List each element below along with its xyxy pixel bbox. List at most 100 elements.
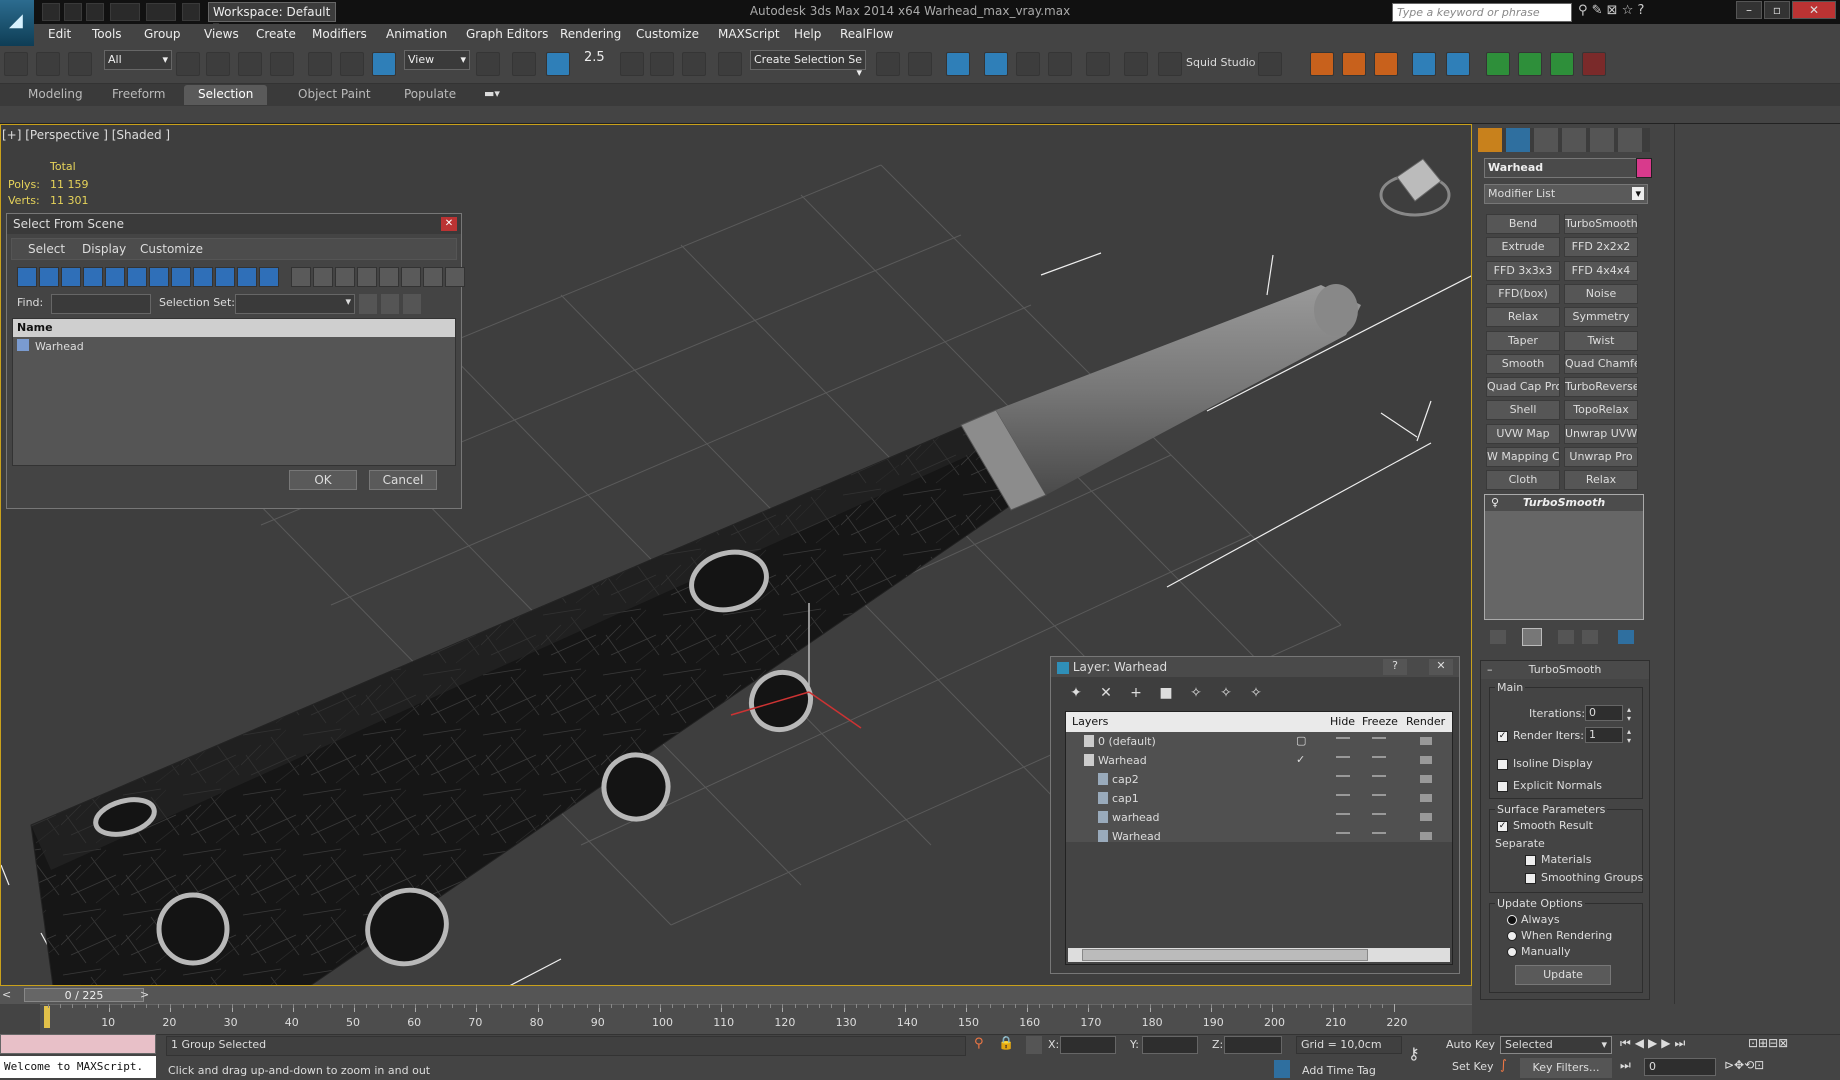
modifier-button[interactable]: TurboReverse	[1564, 377, 1638, 398]
render-column[interactable]: Render	[1406, 715, 1445, 728]
layer-row[interactable]: warhead	[1066, 808, 1452, 827]
display-tab-icon[interactable]	[1590, 128, 1614, 152]
absolute-mode-icon[interactable]	[1026, 1036, 1042, 1054]
menu-maxscript[interactable]: MAXScript	[718, 27, 780, 41]
rendered-frame-icon[interactable]	[1158, 52, 1182, 76]
edit-named-selection-icon[interactable]	[718, 52, 742, 76]
mini-curve-editor-icon[interactable]	[0, 1004, 40, 1034]
time-slider-thumb[interactable]: 0 / 225	[24, 988, 144, 1002]
update-button[interactable]: Update	[1515, 965, 1611, 985]
menu-create[interactable]: Create	[256, 27, 296, 41]
app-menu-button[interactable]: ◢	[0, 0, 34, 46]
select-manipulate-icon[interactable]	[512, 52, 536, 76]
undo-icon[interactable]	[110, 3, 140, 21]
filter-icon-20[interactable]	[445, 267, 465, 287]
fumefx-icon-3[interactable]	[1374, 52, 1398, 76]
modifier-button[interactable]: UVW Map	[1486, 423, 1560, 444]
modifier-button[interactable]: Unwrap UVW	[1564, 423, 1638, 444]
always-radio[interactable]	[1507, 915, 1517, 925]
materials-checkbox[interactable]	[1525, 855, 1536, 866]
bulb-icon[interactable]: ♀	[1491, 496, 1499, 509]
y-coordinate-field[interactable]	[1142, 1036, 1198, 1054]
customize-menu[interactable]: Customize	[140, 242, 203, 256]
find-input[interactable]	[51, 294, 151, 314]
iterations-spinner-arrows[interactable]: ▴ ▾	[1627, 705, 1631, 723]
select-dialog-close-button[interactable]: ✕	[441, 217, 457, 231]
rotate-icon[interactable]	[340, 52, 364, 76]
move-icon[interactable]	[308, 52, 332, 76]
pin-stack-icon[interactable]	[1490, 630, 1506, 644]
realflow-icon-1[interactable]	[1412, 52, 1436, 76]
playback-controls[interactable]: ⏮◀▶▶⏭	[1620, 1036, 1744, 1056]
render-iters-spinner[interactable]: 1	[1585, 727, 1623, 743]
ok-button[interactable]: OK	[289, 470, 357, 490]
track-bar[interactable]	[0, 1004, 1472, 1034]
ribbon-options-icon[interactable]: ▬▾	[484, 87, 506, 103]
workspace-dropdown[interactable]: Workspace: Default ▾	[208, 2, 336, 33]
add-time-tag[interactable]: Add Time Tag	[1302, 1064, 1376, 1077]
iterations-spinner[interactable]: 0	[1585, 705, 1623, 721]
selection-set-remove-icon[interactable]	[381, 294, 399, 314]
modifier-button[interactable]: Smooth	[1486, 353, 1560, 374]
menu-customize[interactable]: Customize	[636, 27, 699, 41]
menu-animation[interactable]: Animation	[386, 27, 447, 41]
modifier-list-dropdown[interactable]: Modifier List ▾	[1484, 184, 1648, 204]
maxscript-mini-listener-top[interactable]	[0, 1034, 156, 1054]
manually-radio[interactable]	[1507, 947, 1517, 957]
particle-icon-1[interactable]	[1486, 52, 1510, 76]
horizontal-scrollbar[interactable]	[1068, 948, 1450, 962]
configure-sets-icon[interactable]	[1618, 630, 1634, 644]
new-layer-icon[interactable]: ✦	[1067, 685, 1085, 703]
menu-edit[interactable]: Edit	[48, 27, 71, 41]
rollout-header[interactable]: – TurboSmooth	[1481, 661, 1649, 679]
render-setup-icon[interactable]	[1124, 52, 1148, 76]
time-tag-icon[interactable]	[1274, 1060, 1290, 1078]
name-column-header[interactable]: Name	[13, 319, 455, 337]
modifier-button[interactable]: FFD 3x3x3	[1486, 260, 1560, 281]
explicit-normals-checkbox[interactable]	[1497, 781, 1508, 792]
warhead-tip[interactable]	[996, 285, 1361, 495]
maxscript-mini-listener[interactable]: Welcome to MAXScript.	[0, 1056, 156, 1078]
angle-snap-icon[interactable]	[620, 52, 644, 76]
filter-icon-11[interactable]	[237, 267, 257, 287]
key-filter-dropdown[interactable]: Selected ▾	[1500, 1036, 1612, 1054]
filter-icon-2[interactable]	[39, 267, 59, 287]
time-slider[interactable]: < 0 / 225 >	[0, 986, 1472, 1004]
close-button[interactable]: ✕	[1792, 1, 1836, 19]
viewport-nav-icons-top[interactable]: ⊡⊞⊟⊠	[1748, 1036, 1838, 1056]
viewport-nav-icons-bottom[interactable]: ⊳✥⟲⊡	[1724, 1058, 1836, 1078]
object-name-field[interactable]: Warhead	[1484, 158, 1638, 178]
filter-icon-18[interactable]	[401, 267, 421, 287]
layer-list[interactable]: Layers Hide Freeze Render 0 (default) ▢ Wa…	[1065, 711, 1453, 965]
render-toggle-icon[interactable]	[1420, 794, 1432, 802]
render-toggle-icon[interactable]	[1420, 775, 1432, 783]
object-color-swatch[interactable]	[1636, 158, 1652, 178]
bind-space-warp-icon[interactable]	[68, 52, 92, 76]
named-selection-set-dropdown[interactable]: Create Selection Se ▾	[750, 50, 866, 79]
filter-icon-12[interactable]	[259, 267, 279, 287]
modifier-button[interactable]: Cloth	[1486, 470, 1560, 491]
render-toggle-icon[interactable]	[1420, 832, 1432, 840]
set-key-button[interactable]: Set Key	[1452, 1060, 1494, 1073]
tab-object-paint[interactable]: Object Paint	[284, 85, 385, 105]
freeze-toggle[interactable]	[1372, 756, 1386, 758]
show-end-result-icon[interactable]	[1522, 628, 1542, 646]
freeze-toggle[interactable]	[1372, 832, 1386, 834]
current-frame-field[interactable]: 0	[1644, 1058, 1716, 1076]
scale-icon[interactable]	[372, 52, 396, 76]
hierarchy-tab-icon[interactable]	[1534, 128, 1558, 152]
filter-icon-3[interactable]	[61, 267, 81, 287]
remove-modifier-icon[interactable]	[1582, 630, 1598, 644]
modifier-button[interactable]: Quad Chamfer	[1564, 353, 1638, 374]
search-input[interactable]: Type a keyword or phrase	[1392, 3, 1572, 22]
fumefx-icon-1[interactable]	[1310, 52, 1334, 76]
curve-editor-icon[interactable]	[1016, 52, 1040, 76]
select-and-link-icon[interactable]	[4, 52, 28, 76]
modifier-button[interactable]: TopoRelax	[1564, 400, 1638, 421]
prev-frame-arrow[interactable]: <	[2, 988, 11, 1001]
filter-icon-8[interactable]	[171, 267, 191, 287]
key-filters-button[interactable]: Key Filters...	[1520, 1058, 1612, 1078]
utilities-tab-icon[interactable]	[1618, 128, 1642, 152]
modifier-stack[interactable]: ♀ TurboSmooth	[1484, 494, 1644, 620]
object-list[interactable]: Name Warhead	[12, 318, 456, 466]
